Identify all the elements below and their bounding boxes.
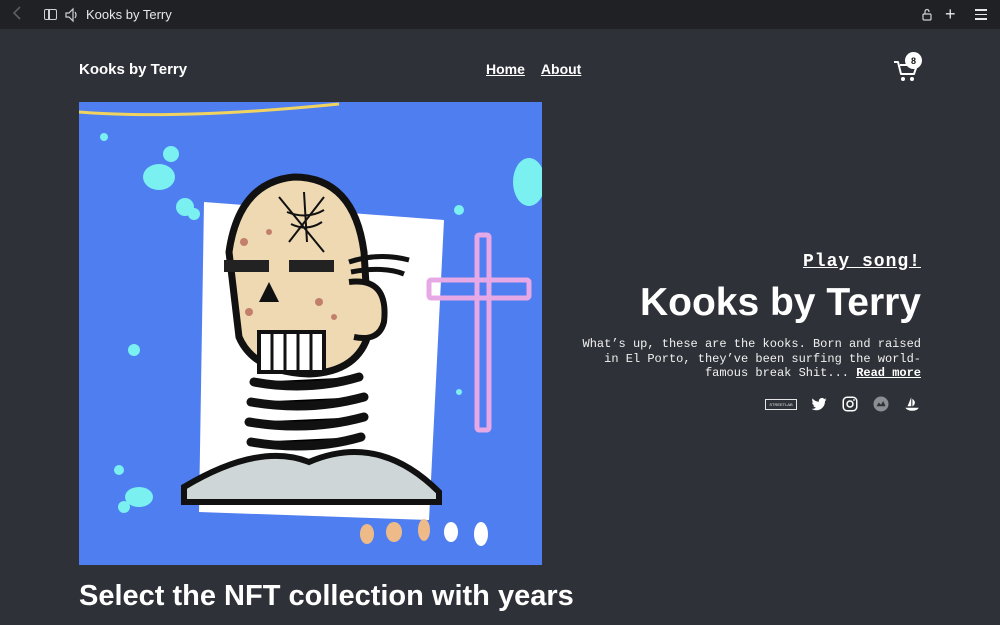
main-nav: Home About [486,61,581,77]
instagram-icon[interactable] [841,395,859,413]
nft-artwork [79,102,542,565]
site-brand[interactable]: Kooks by Terry [79,61,187,78]
opensea-icon[interactable] [903,395,921,413]
streetlab-icon[interactable]: STREETLAB [765,398,797,410]
browser-toolbar: Kooks by Terry + [0,0,1000,29]
tab-title: Kooks by Terry [86,7,172,22]
section-title: Select the NFT collection with years [79,580,574,612]
cart-count-badge: 8 [905,52,922,69]
new-tab-icon[interactable]: + [945,5,956,23]
marketplace-icon[interactable] [872,395,890,413]
hero-description: What’s up, these are the kooks. Born and… [561,337,921,381]
social-links: STREETLAB [765,395,921,413]
menu-icon[interactable] [975,9,987,20]
nav-about-link[interactable]: About [541,61,581,77]
nav-home-link[interactable]: Home [486,61,525,77]
hero-title: Kooks by Terry [639,281,921,324]
back-arrow-icon[interactable] [12,5,28,23]
lock-icon[interactable] [921,8,933,21]
read-more-link[interactable]: Read more [856,366,921,380]
play-song-link[interactable]: Play song! [803,252,921,272]
sidebar-toggle-icon[interactable] [44,9,57,20]
speaker-icon[interactable] [64,7,80,23]
twitter-icon[interactable] [810,395,828,413]
